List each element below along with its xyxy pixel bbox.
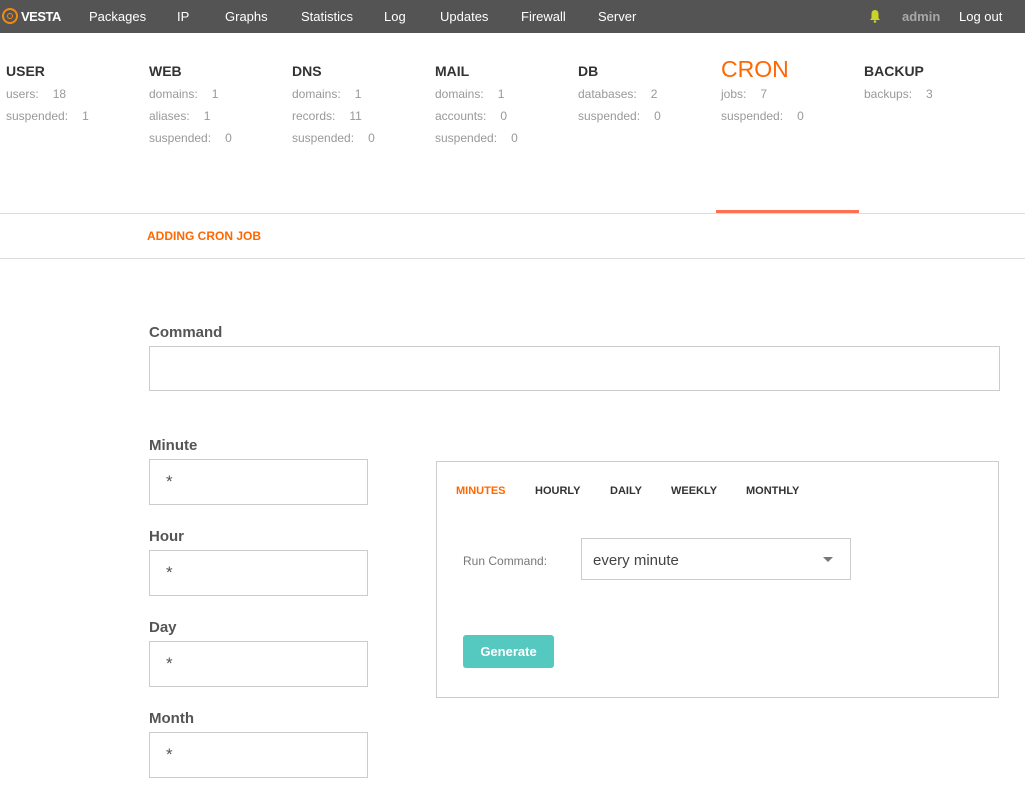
stat-title: DNS (292, 63, 322, 79)
command-label: Command (149, 324, 223, 341)
notifications-bell-icon[interactable] (869, 9, 881, 23)
stat-row: backups: 3 (864, 87, 933, 101)
logout-link[interactable]: Log out (959, 9, 1002, 24)
stat-title: MAIL (435, 63, 470, 79)
run-command-value: every minute (593, 552, 679, 569)
user-name-link[interactable]: admin (902, 9, 940, 24)
stat-row: suspended: 0 (435, 131, 518, 145)
nav-graphs[interactable]: Graphs (225, 9, 268, 24)
nav-packages[interactable]: Packages (89, 9, 146, 24)
stat-cron[interactable]: CRON jobs: 7 suspended: 0 (721, 56, 804, 127)
stat-db[interactable]: DB databases: 2 suspended: 0 (578, 63, 661, 127)
stat-title-active: CRON (721, 56, 789, 82)
stat-row: users: 18 (6, 87, 67, 101)
top-navigation-bar: VESTA Packages IP Graphs Statistics Log … (0, 0, 1025, 33)
stat-row: jobs: 7 (721, 87, 768, 101)
run-command-label: Run Command: (463, 554, 548, 568)
stat-row: suspended: 1 (6, 109, 89, 123)
stat-row: domains: 1 (292, 87, 362, 101)
tab-weekly[interactable]: WEEKLY (671, 485, 717, 497)
minute-input[interactable] (149, 459, 368, 505)
command-input[interactable] (149, 346, 1000, 391)
stat-row: domains: 1 (435, 87, 505, 101)
hour-label: Hour (149, 528, 184, 545)
divider (0, 213, 1025, 214)
stat-row: accounts: 0 (435, 109, 508, 123)
stat-row: domains: 1 (149, 87, 219, 101)
stat-row: aliases: 1 (149, 109, 211, 123)
stat-title: BACKUP (864, 63, 924, 79)
vesta-logo[interactable]: VESTA (2, 6, 61, 26)
stat-row: suspended: 0 (721, 109, 804, 123)
nav-firewall[interactable]: Firewall (521, 9, 566, 24)
vesta-logo-icon (2, 8, 18, 24)
stat-row: suspended: 0 (292, 131, 375, 145)
stat-title: DB (578, 63, 599, 79)
stat-row: suspended: 0 (578, 109, 661, 123)
nav-log[interactable]: Log (384, 9, 406, 24)
stat-web[interactable]: WEB domains: 1 aliases: 1 suspended: 0 (149, 63, 232, 149)
stat-row: records: 11 (292, 109, 362, 123)
day-input[interactable] (149, 641, 368, 687)
generate-button[interactable]: Generate (463, 635, 554, 668)
nav-ip[interactable]: IP (177, 9, 189, 24)
logo-text: VESTA (21, 8, 61, 24)
hour-input[interactable] (149, 550, 368, 596)
stat-dns[interactable]: DNS domains: 1 records: 11 suspended: 0 (292, 63, 375, 149)
page-title: ADDING CRON JOB (147, 229, 262, 243)
cron-generator-panel: MINUTES HOURLY DAILY WEEKLY MONTHLY Run … (436, 461, 999, 698)
run-command-select[interactable]: every minute (581, 538, 851, 580)
month-label: Month (149, 710, 194, 727)
stat-user[interactable]: USER users: 18 suspended: 1 (6, 63, 89, 127)
tab-minutes[interactable]: MINUTES (456, 485, 506, 497)
nav-updates[interactable]: Updates (440, 9, 488, 24)
day-label: Day (149, 619, 177, 636)
stat-row: suspended: 0 (149, 131, 232, 145)
tab-hourly[interactable]: HOURLY (535, 485, 580, 497)
nav-statistics[interactable]: Statistics (301, 9, 353, 24)
stat-mail[interactable]: MAIL domains: 1 accounts: 0 suspended: 0 (435, 63, 518, 149)
divider (0, 258, 1025, 259)
stat-title: USER (6, 63, 45, 79)
minute-label: Minute (149, 437, 198, 454)
nav-server[interactable]: Server (598, 9, 636, 24)
stat-row: databases: 2 (578, 87, 658, 101)
month-input[interactable] (149, 732, 368, 778)
tab-daily[interactable]: DAILY (610, 485, 642, 497)
chevron-down-icon (823, 557, 833, 562)
stat-title: WEB (149, 63, 182, 79)
stat-backup[interactable]: BACKUP backups: 3 (864, 63, 933, 105)
tab-monthly[interactable]: MONTHLY (746, 485, 799, 497)
